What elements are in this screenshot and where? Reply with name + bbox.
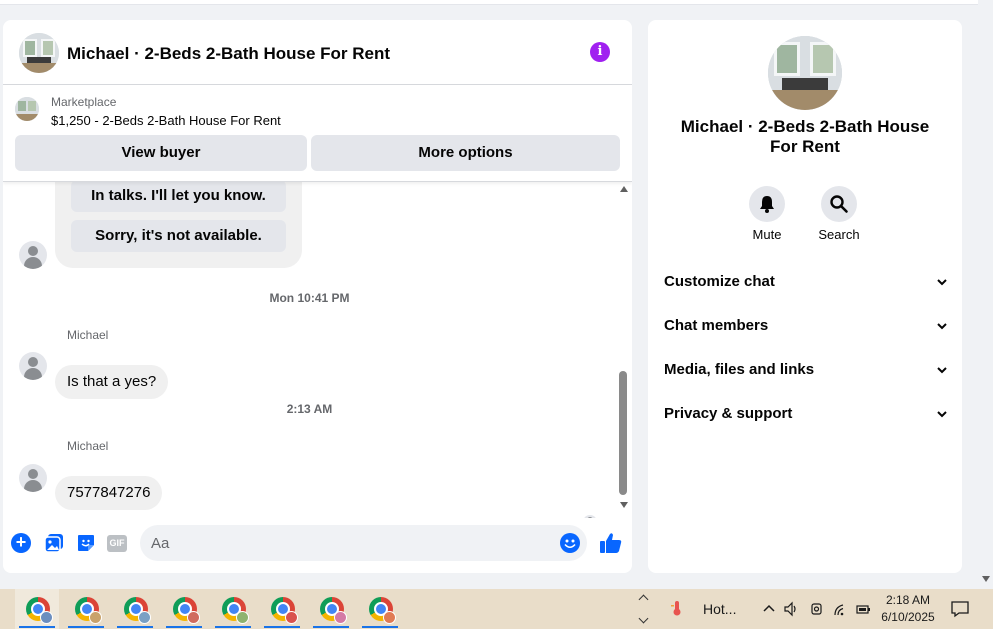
- quick-reply-not-available[interactable]: Sorry, it's not available.: [71, 220, 286, 252]
- search-label: Search: [818, 227, 860, 242]
- info-icon[interactable]: i: [590, 42, 610, 62]
- chrome-icon: [75, 597, 102, 624]
- marketplace-listing: Marketplace $1,250 - 2-Beds 2-Bath House…: [3, 85, 632, 182]
- message-composer: + GIF: [3, 520, 632, 573]
- chat-members-section[interactable]: Chat members: [664, 314, 948, 338]
- mute-label: Mute: [752, 227, 782, 242]
- media-files-links-section[interactable]: Media, files and links: [664, 358, 948, 382]
- weather-text: Hot...: [703, 601, 737, 617]
- chevron-down-icon: [937, 323, 947, 330]
- more-options-button[interactable]: More options: [311, 135, 620, 171]
- gif-icon[interactable]: GIF: [107, 535, 127, 552]
- sender-name: Michael: [67, 439, 109, 453]
- chrome-taskbar-button[interactable]: [15, 589, 59, 629]
- scroll-down-arrow[interactable]: [620, 502, 628, 508]
- chrome-icon: [271, 597, 298, 624]
- section-label: Customize chat: [664, 273, 775, 290]
- section-label: Chat members: [664, 317, 769, 334]
- system-clock[interactable]: 2:18 AM 6/10/2025: [874, 592, 942, 626]
- quick-reply-in-talks[interactable]: In talks. I'll let you know.: [71, 182, 286, 212]
- browser-top-strip: [0, 0, 978, 5]
- chevron-down-icon[interactable]: [638, 613, 649, 624]
- listing-price-title[interactable]: $1,250 - 2-Beds 2-Bath House For Rent: [51, 113, 281, 128]
- scrollbar-thumb[interactable]: [619, 371, 627, 495]
- listing-category: Marketplace: [51, 95, 117, 109]
- chat-panel: Michael · 2-Beds 2-Bath House For Rent i…: [3, 20, 632, 573]
- chevron-down-icon: [937, 367, 947, 374]
- listing-thumbnail: [15, 97, 39, 121]
- chrome-taskbar-button[interactable]: [260, 589, 304, 629]
- windows-taskbar: Hot... 2:18 AM 6/10/2025: [0, 589, 993, 629]
- mute-action[interactable]: Mute: [737, 186, 797, 242]
- chrome-taskbar-button[interactable]: [113, 589, 157, 629]
- notification-icon[interactable]: [950, 600, 970, 618]
- view-buyer-button[interactable]: View buyer: [15, 135, 307, 171]
- message-input[interactable]: [140, 525, 587, 561]
- customize-chat-section[interactable]: Customize chat: [664, 270, 948, 294]
- plus-icon[interactable]: +: [11, 533, 31, 553]
- chrome-taskbar-button[interactable]: [358, 589, 402, 629]
- message-timestamp: Mon 10:41 PM: [269, 291, 350, 305]
- search-action[interactable]: Search: [809, 186, 869, 242]
- avatar: [19, 464, 47, 492]
- search-icon[interactable]: [821, 186, 857, 222]
- photo-icon[interactable]: [44, 533, 64, 553]
- message-list[interactable]: In talks. I'll let you know. Sorry, it's…: [3, 182, 632, 518]
- chrome-icon: [369, 597, 396, 624]
- chrome-icon: [173, 597, 200, 624]
- message-timestamp: 2:13 AM: [286, 402, 333, 416]
- camera-icon[interactable]: [809, 601, 825, 617]
- chevron-down-icon: [937, 279, 947, 286]
- avatar: [19, 241, 47, 269]
- info-title: Michael · 2-Beds 2-Bath House For Rent: [680, 117, 930, 156]
- chrome-taskbar-button[interactable]: [162, 589, 206, 629]
- chrome-taskbar-button[interactable]: [64, 589, 108, 629]
- chrome-icon: [124, 597, 151, 624]
- taskbar-scroll[interactable]: [638, 591, 650, 627]
- bell-icon[interactable]: [749, 186, 785, 222]
- message-bubble[interactable]: 7577847276: [55, 476, 163, 510]
- seen-receipt-avatar: [583, 515, 597, 518]
- page-scroll-down-arrow[interactable]: [982, 576, 990, 582]
- privacy-support-section[interactable]: Privacy & support: [664, 402, 948, 426]
- message-bubble[interactable]: Is that a yes?: [55, 365, 169, 399]
- message-scrollbar[interactable]: [617, 182, 631, 518]
- sender-name: Michael: [67, 328, 109, 342]
- scroll-up-arrow[interactable]: [620, 186, 628, 192]
- chrome-icon: [320, 597, 347, 624]
- thermometer-icon: [671, 601, 681, 616]
- emoji-icon[interactable]: [560, 533, 580, 553]
- wifi-icon[interactable]: [833, 601, 849, 617]
- chat-title[interactable]: Michael · 2-Beds 2-Bath House For Rent: [67, 44, 390, 64]
- chevron-up-icon[interactable]: [761, 601, 777, 617]
- clock-date: 6/10/2025: [881, 610, 935, 624]
- chrome-taskbar-button[interactable]: [309, 589, 353, 629]
- chat-header: Michael · 2-Beds 2-Bath House For Rent i: [3, 20, 632, 85]
- section-label: Media, files and links: [664, 361, 815, 378]
- clock-time: 2:18 AM: [885, 593, 931, 607]
- avatar: [19, 352, 47, 380]
- battery-icon[interactable]: [855, 601, 871, 617]
- chrome-icon: [222, 597, 249, 624]
- chrome-taskbar-button[interactable]: [211, 589, 255, 629]
- chevron-up-icon[interactable]: [638, 594, 649, 605]
- sticker-icon[interactable]: [76, 533, 96, 553]
- section-label: Privacy & support: [664, 405, 793, 422]
- chevron-down-icon: [937, 411, 947, 418]
- thumbs-up-icon[interactable]: [599, 531, 623, 555]
- chat-avatar[interactable]: [19, 33, 59, 73]
- info-avatar: [768, 36, 842, 110]
- chat-info-panel: Michael · 2-Beds 2-Bath House For Rent M…: [648, 20, 962, 573]
- chrome-icon: [26, 597, 53, 624]
- speaker-icon[interactable]: [783, 601, 799, 617]
